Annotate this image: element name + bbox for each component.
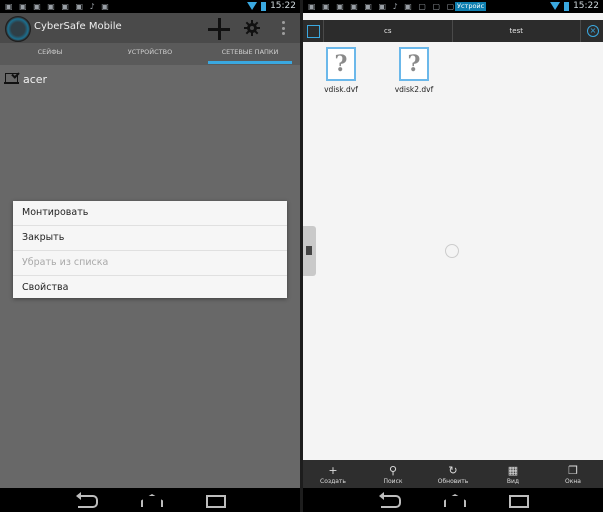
status-bar: ▣ ▣ ▣ ▣ ▣ ▣ ♪ ▣ ▢ ▢ ▢ ▢ ▢ Устройс 15:22 <box>303 0 603 13</box>
nav-bar <box>0 488 300 512</box>
file-item[interactable]: ? vdisk.dvf <box>316 47 366 94</box>
network-folder-list: acer <box>0 65 300 97</box>
search-label: Поиск <box>383 478 403 485</box>
recent-apps-icon[interactable] <box>509 495 529 508</box>
nav-bar <box>303 488 603 512</box>
left-app-pane: ▣ ▣ ▣ ▣ ▣ ▣ ♪ ▣ 15:22 CyberSafe Mobile С… <box>0 0 300 512</box>
file-name: vdisk2.dvf <box>394 85 434 94</box>
app-logo-icon <box>5 16 31 42</box>
laptop-check-icon <box>4 70 20 85</box>
overflow-menu-icon[interactable] <box>281 21 285 35</box>
list-item[interactable]: acer <box>0 65 300 97</box>
wifi-icon <box>247 2 258 10</box>
refresh-label: Обновить <box>437 478 469 485</box>
tab-safes[interactable]: СЕЙФЫ <box>0 43 100 65</box>
back-icon[interactable] <box>76 492 98 508</box>
home-icon[interactable] <box>141 494 163 507</box>
close-icon[interactable]: × <box>587 25 599 37</box>
refresh-button[interactable]: ↻ Обновить <box>423 460 483 488</box>
app-bar: CyberSafe Mobile <box>0 13 300 43</box>
back-icon[interactable] <box>379 492 401 508</box>
view-label: Вид <box>506 478 520 485</box>
list-item-label: acer <box>23 73 48 86</box>
menu-item-remove-from-list: Убрать из списка <box>13 251 287 276</box>
drawer-handle[interactable] <box>303 226 316 276</box>
file-manager-toolbar: cs test × <box>303 20 603 42</box>
file-name: vdisk.dvf <box>324 85 358 94</box>
create-label: Создать <box>320 478 346 485</box>
view-button[interactable]: ▦ Вид <box>483 460 543 488</box>
unknown-file-icon: ? <box>399 47 429 81</box>
file-item[interactable]: ? vdisk2.dvf <box>389 47 439 94</box>
menu-item-close[interactable]: Закрыть <box>13 226 287 251</box>
search-icon: ⚲ <box>388 464 398 477</box>
bottom-toolbar: + Создать ⚲ Поиск ↻ Обновить ▦ Вид ❐ Окн… <box>303 460 603 488</box>
settings-gear-icon[interactable] <box>244 20 260 36</box>
tab-test[interactable]: test <box>453 20 581 42</box>
unknown-file-icon: ? <box>326 47 356 81</box>
tab-network-folders[interactable]: СЕТЕВЫЕ ПАПКИ <box>200 43 300 65</box>
panel-toggle-icon[interactable] <box>307 25 320 38</box>
add-icon[interactable] <box>208 18 230 40</box>
battery-icon <box>564 1 570 11</box>
refresh-icon: ↻ <box>448 464 458 477</box>
tab-bar: СЕЙФЫ УСТРОЙСТВО СЕТЕВЫЕ ПАПКИ <box>0 43 300 65</box>
tab-device[interactable]: УСТРОЙСТВО <box>100 43 200 65</box>
windows-icon: ❐ <box>568 464 578 477</box>
clipboard-icon <box>306 246 312 255</box>
home-icon[interactable] <box>444 494 466 507</box>
plus-icon: + <box>328 464 338 477</box>
recent-apps-icon[interactable] <box>206 495 226 508</box>
notification-icons: ▣ ▣ ▣ ▣ ▣ ▣ ♪ ▣ <box>5 2 111 11</box>
status-bar: ▣ ▣ ▣ ▣ ▣ ▣ ♪ ▣ 15:22 <box>0 0 300 13</box>
right-app-pane: ▣ ▣ ▣ ▣ ▣ ▣ ♪ ▣ ▢ ▢ ▢ ▢ ▢ Устройс 15:22 … <box>303 0 603 512</box>
status-badge: Устройс <box>455 2 487 11</box>
status-time: 15:22 <box>573 1 599 11</box>
loading-spinner <box>445 244 459 258</box>
wifi-icon <box>550 2 561 10</box>
battery-icon <box>261 1 267 11</box>
menu-item-mount[interactable]: Монтировать <box>13 201 287 226</box>
grid-view-icon: ▦ <box>507 464 519 477</box>
create-button[interactable]: + Создать <box>303 460 363 488</box>
menu-item-properties[interactable]: Свойства <box>13 276 287 300</box>
app-title: CyberSafe Mobile <box>34 21 122 32</box>
search-button[interactable]: ⚲ Поиск <box>363 460 423 488</box>
status-time: 15:22 <box>270 1 296 11</box>
context-menu-dialog: Монтировать Закрыть Убрать из списка Сво… <box>13 201 287 298</box>
windows-button[interactable]: ❐ Окна <box>543 460 603 488</box>
windows-label: Окна <box>565 478 581 485</box>
tab-cs[interactable]: cs <box>324 20 453 42</box>
